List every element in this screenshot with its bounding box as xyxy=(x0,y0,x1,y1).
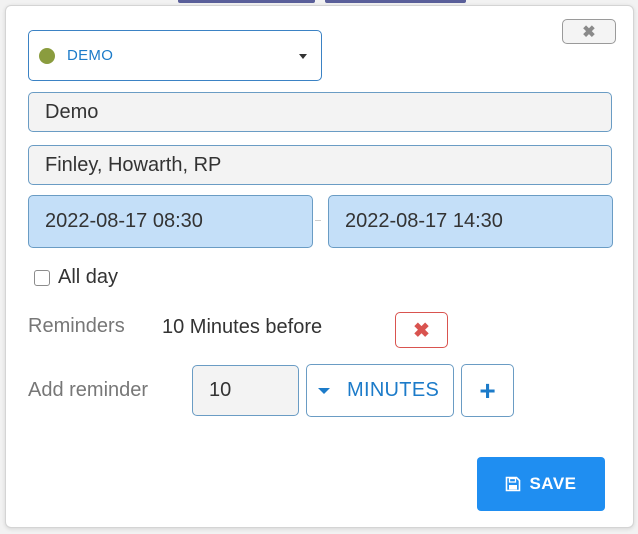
calendar-select-value: DEMO xyxy=(67,47,114,64)
attendees-input[interactable] xyxy=(28,145,612,185)
end-datetime-input[interactable] xyxy=(328,195,613,248)
event-title-input[interactable] xyxy=(28,92,612,132)
add-reminder-label: Add reminder xyxy=(28,379,149,401)
reminder-item: 10 Minutes before xyxy=(162,316,323,338)
calendar-color-dot xyxy=(39,47,55,64)
date-separator xyxy=(315,220,321,221)
calendar-select[interactable]: DEMO xyxy=(28,30,322,81)
close-button[interactable]: ✖ xyxy=(562,19,616,44)
reminders-label: Reminders xyxy=(28,315,125,337)
background-tab xyxy=(325,0,466,3)
remove-reminder-button[interactable]: ✖ xyxy=(395,312,448,348)
plus-icon: + xyxy=(479,374,496,406)
all-day-label: All day xyxy=(58,266,119,288)
close-icon: ✖ xyxy=(413,319,430,342)
floppy-disk-icon xyxy=(505,476,521,492)
caret-down-icon xyxy=(318,387,330,394)
chevron-down-icon xyxy=(299,54,307,59)
close-icon: ✖ xyxy=(582,23,596,41)
reminder-unit-value: MINUTES xyxy=(347,379,440,401)
background-tab xyxy=(178,0,315,3)
add-reminder-button[interactable]: + xyxy=(461,364,514,417)
save-button[interactable]: SAVE xyxy=(477,457,605,511)
all-day-checkbox[interactable] xyxy=(34,269,50,286)
reminder-amount-input[interactable] xyxy=(192,365,299,416)
start-datetime-input[interactable] xyxy=(28,195,313,248)
reminder-unit-select[interactable]: MINUTES xyxy=(306,364,454,417)
all-day-toggle[interactable]: All day xyxy=(34,266,118,289)
save-button-label: SAVE xyxy=(529,474,577,493)
